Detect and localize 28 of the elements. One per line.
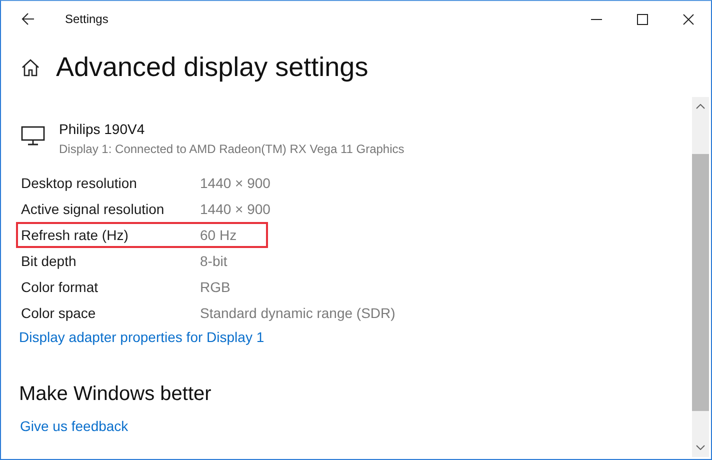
setting-value: 8-bit <box>200 253 228 269</box>
monitor-icon <box>21 126 45 146</box>
scroll-down-icon[interactable] <box>696 445 705 450</box>
scroll-up-icon[interactable] <box>696 104 705 109</box>
setting-label: Refresh rate (Hz) <box>21 227 130 243</box>
scrollbar[interactable] <box>692 97 709 457</box>
display-description: Display 1: Connected to AMD Radeon(TM) RX Vega 11 Graphics <box>59 142 404 156</box>
page-title: Advanced display settings <box>56 52 368 82</box>
setting-label: Bit depth <box>21 253 78 269</box>
setting-value: 60 Hz <box>200 227 237 243</box>
adapter-properties-link[interactable]: Display adapter properties for Display 1 <box>19 329 264 345</box>
setting-value: RGB <box>200 279 230 295</box>
setting-value: 1440 × 900 <box>200 201 270 217</box>
setting-label: Desktop resolution <box>21 175 138 191</box>
setting-label: Active signal resolution <box>21 201 166 217</box>
display-name: Philips 190V4 <box>59 121 146 137</box>
maximize-icon[interactable] <box>636 14 648 24</box>
setting-value: 1440 × 900 <box>200 175 270 191</box>
setting-label: Color format <box>21 279 100 295</box>
feedback-link[interactable]: Give us feedback <box>20 418 128 434</box>
scroll-thumb[interactable] <box>692 154 709 411</box>
close-icon[interactable] <box>682 14 694 24</box>
window-title: Settings <box>65 12 108 26</box>
setting-label: Color space <box>21 305 97 321</box>
home-icon[interactable] <box>21 58 40 76</box>
setting-value: Standard dynamic range (SDR) <box>200 305 396 321</box>
back-arrow-icon[interactable] <box>21 12 35 26</box>
section-title: Make Windows better <box>19 383 212 406</box>
